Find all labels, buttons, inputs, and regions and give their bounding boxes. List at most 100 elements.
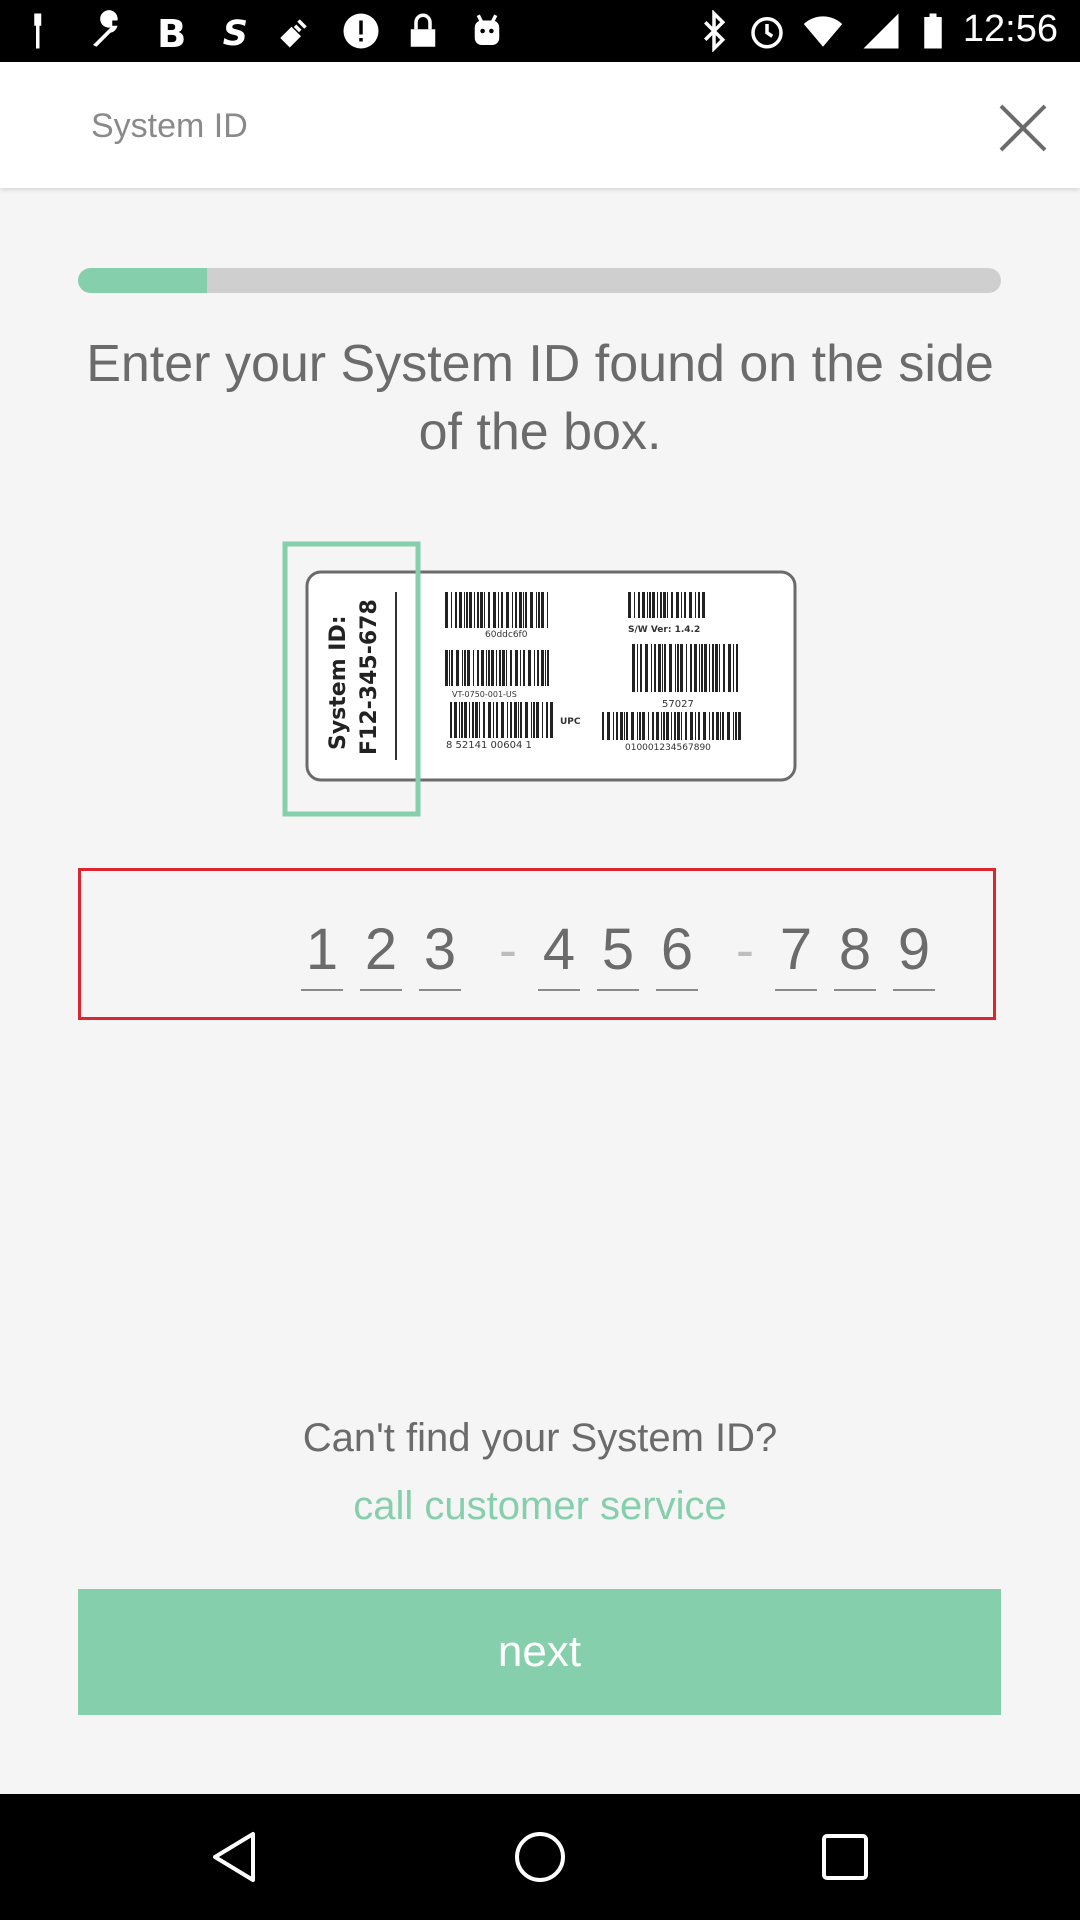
- barcode-bar: [704, 644, 707, 692]
- barcode-bar: [454, 702, 457, 738]
- barcode-bar: [735, 712, 737, 740]
- digit-2-1: 8: [834, 915, 876, 991]
- barcode-bar: [667, 592, 668, 618]
- barcode-bar: [685, 712, 687, 740]
- barcode-bar: [493, 592, 496, 628]
- barcode-bar: [469, 592, 472, 628]
- barcode-bar: [537, 650, 539, 686]
- close-icon[interactable]: [995, 100, 1051, 156]
- signal-icon: [863, 13, 899, 49]
- bold-b-icon: B: [157, 12, 186, 52]
- barcode-bar: [550, 702, 553, 738]
- barcode-bar: [662, 644, 663, 692]
- navigation-bar: [0, 1794, 1080, 1920]
- barcode-bar: [720, 712, 721, 740]
- wrench-icon: [34, 13, 42, 49]
- barcode-bar: [536, 702, 539, 738]
- barcode-bar: [474, 592, 475, 628]
- barcode-bar: [681, 592, 682, 618]
- digit-0-1: 2: [360, 915, 402, 991]
- digit-separator: -: [736, 920, 754, 980]
- instruction-text: Enter your System ID found on the side o…: [86, 335, 994, 461]
- barcode-bar: [462, 650, 463, 686]
- progress-fill: [78, 268, 208, 293]
- barcode-bar: [719, 644, 720, 692]
- barcode-bar: [645, 644, 648, 692]
- barcode-upc: [450, 702, 553, 738]
- barcode-bar: [445, 592, 448, 628]
- barcode-bar: [613, 712, 614, 740]
- barcode-bar: [451, 592, 452, 628]
- status-bar: B S 12:56: [0, 0, 1080, 62]
- barcode-bar: [491, 650, 494, 686]
- barcode-bar: [642, 712, 645, 740]
- barcode-bar: [677, 644, 679, 692]
- barcode-bar: [624, 712, 625, 740]
- barcode-bar: [686, 644, 687, 692]
- barcode-bar: [657, 592, 658, 618]
- barcode-bar: [488, 650, 490, 686]
- digit-2-0: 7: [775, 915, 817, 991]
- barcode-bar: [648, 712, 649, 740]
- back-icon[interactable]: [203, 1824, 269, 1890]
- barcode-bar: [639, 712, 641, 740]
- barcode-bar: [459, 702, 460, 738]
- barcode-bar: [523, 592, 524, 628]
- barcode-bar: [514, 702, 517, 738]
- barcode-bar: [702, 592, 705, 618]
- barcode-bar: [538, 592, 540, 628]
- barcode-bar: [628, 592, 631, 618]
- barcode-bar: [649, 592, 651, 618]
- barcode-bar: [534, 650, 535, 686]
- barcode-bar: [703, 712, 706, 740]
- barcode-bar: [656, 712, 659, 740]
- barcode-bar: [712, 712, 714, 740]
- s-logo-icon: S: [223, 14, 248, 52]
- barcode-bar: [640, 644, 642, 692]
- barcode-bar: [626, 712, 628, 740]
- barcode-bar: [545, 650, 546, 686]
- barcode-bar: [473, 650, 474, 686]
- barcode-bar: [525, 592, 527, 628]
- system-id-input[interactable]: 123-456-789: [78, 868, 996, 1020]
- system-id-caption: System ID:: [326, 615, 351, 750]
- barcode-bar: [501, 702, 504, 738]
- barcode-bar: [698, 592, 700, 618]
- barcode-bar: [502, 650, 505, 686]
- barcode-bar: [445, 650, 448, 686]
- home-icon[interactable]: [507, 1824, 573, 1890]
- barcode-bar: [515, 592, 517, 628]
- info-icon: [343, 13, 379, 49]
- barcode-bar: [695, 712, 696, 740]
- barcode-bar: [451, 650, 453, 686]
- battery-icon: [924, 13, 942, 49]
- svg-text:S: S: [223, 14, 248, 52]
- barcode-bar: [520, 650, 521, 686]
- barcode-bar: [486, 650, 487, 686]
- bluetooth-icon: [704, 10, 726, 52]
- barcode-bar: [496, 650, 497, 686]
- barcode-bar: [507, 702, 508, 738]
- barcode-bar: [488, 702, 491, 738]
- barcode-bar: [469, 702, 470, 738]
- barcode-bar: [722, 712, 724, 740]
- upc-text: UPC: [560, 717, 581, 727]
- next-button[interactable]: next: [78, 1589, 1001, 1715]
- barcode-bar: [671, 592, 673, 618]
- barcode-bar: [727, 712, 730, 740]
- wrench-icon: [93, 10, 118, 47]
- barcode-bar: [530, 592, 533, 628]
- barcode-bar: [512, 592, 513, 628]
- barcode-bar: [449, 650, 450, 686]
- status-time: 12:56: [962, 8, 1058, 50]
- barcode-bar: [607, 712, 610, 740]
- system-id-value: F12-345-678: [357, 599, 382, 755]
- call-customer-service-link[interactable]: call customer service: [0, 1484, 1080, 1529]
- barcode-bar: [506, 650, 507, 686]
- barcode-bar: [528, 650, 531, 686]
- barcode-bar: [455, 592, 457, 628]
- barcode-bar: [728, 644, 731, 692]
- barcode-bar: [464, 702, 467, 738]
- recents-icon[interactable]: [812, 1824, 878, 1890]
- barcode-bar: [616, 712, 618, 740]
